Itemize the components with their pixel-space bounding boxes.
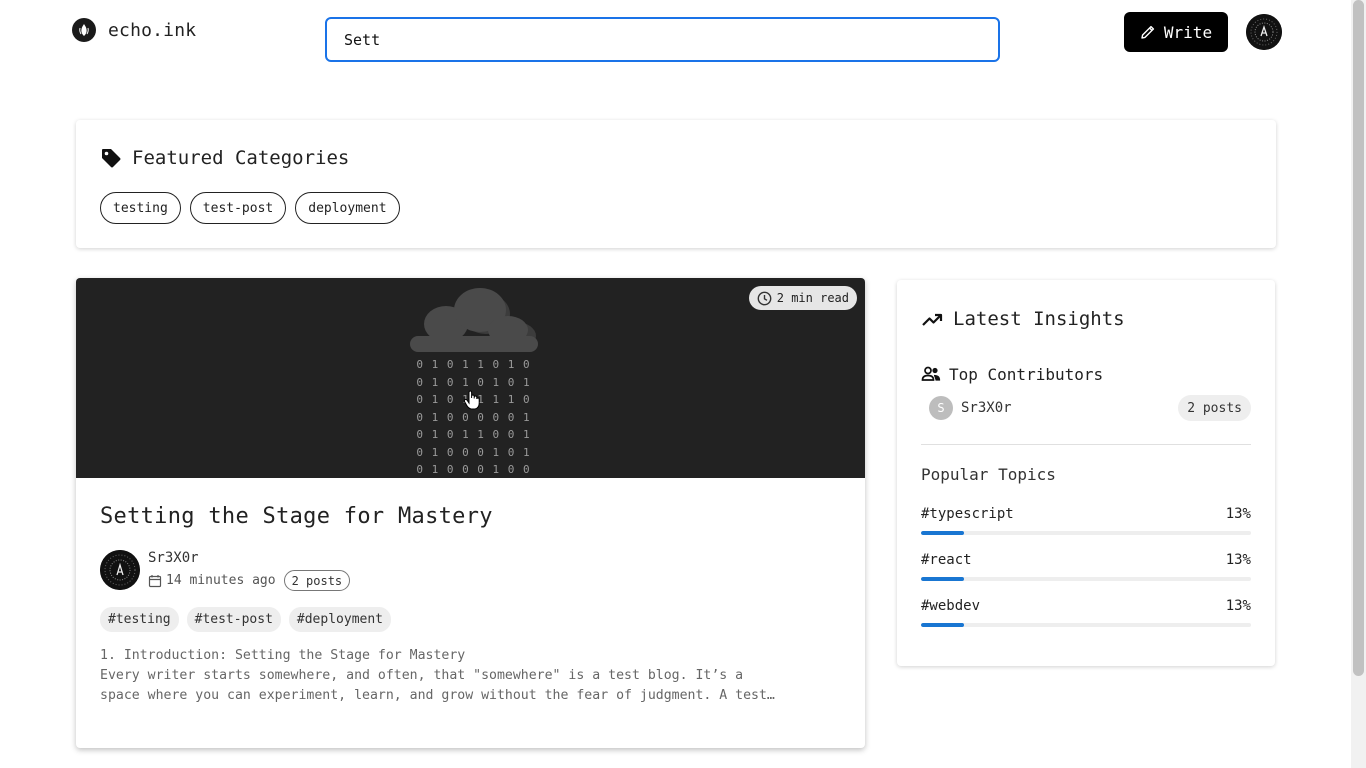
contributor-row[interactable]: S Sr3X0r 2 posts: [929, 395, 1251, 421]
contributor-avatar: S: [929, 396, 953, 420]
topic-progress-fill: [921, 623, 964, 627]
read-time-badge: 2 min read: [748, 286, 857, 310]
top-contributors-title: Top Contributors: [949, 364, 1104, 384]
latest-insights-heading: Latest Insights: [921, 308, 1125, 330]
search-input[interactable]: [325, 17, 1000, 62]
post-tag-testing[interactable]: #testing: [100, 607, 179, 632]
write-label: Write: [1163, 22, 1213, 42]
category-chip-test-post[interactable]: test-post: [189, 192, 287, 224]
brand[interactable]: echo.ink: [72, 18, 196, 42]
category-chip-deployment[interactable]: deployment: [295, 192, 400, 224]
people-icon: [921, 366, 941, 381]
topic-name: #webdev: [921, 598, 981, 614]
post-time-ago: 14 minutes ago: [166, 573, 276, 588]
topic-progress-fill: [921, 531, 964, 535]
post-author: Sr3X0r 14 minutes ago 2 posts: [100, 550, 351, 591]
hand-cursor-icon: [463, 390, 480, 410]
post-excerpt: 1. Introduction: Setting the Stage for M…: [100, 646, 840, 706]
featured-categories-card: Featured Categories testing test-post de…: [76, 120, 1276, 248]
tag-icon: [102, 149, 121, 168]
brand-logo-icon: [72, 18, 96, 42]
excerpt-line: 1. Introduction: Setting the Stage for M…: [100, 648, 466, 663]
top-contributors-heading: Top Contributors: [921, 364, 1103, 384]
contributor-post-count: 2 posts: [1178, 395, 1251, 421]
binary-line: 0 1 0 1 1 0 1 0: [416, 358, 531, 371]
topic-item[interactable]: #typescript 13%: [921, 506, 1251, 535]
topic-progress-bar: [921, 531, 1251, 535]
latest-insights-title: Latest Insights: [953, 308, 1125, 330]
cloud-icon: [410, 288, 538, 352]
read-time: 2 min read: [776, 291, 849, 305]
topic-percent: 13%: [1225, 506, 1251, 522]
user-avatar[interactable]: [1246, 14, 1282, 50]
binary-line: 0 1 0 0 0 0 0 1: [416, 410, 531, 424]
popular-topics-title: Popular Topics: [921, 465, 1056, 484]
author-avatar[interactable]: [100, 550, 140, 590]
binary-line: 0 1 0 1 0 1 0 1: [416, 375, 531, 389]
contributor-name: Sr3X0r: [961, 400, 1012, 416]
post-card[interactable]: 0 1 0 1 1 0 1 0 0 1 0 1 0 1 0 1 0 1 0 1 …: [76, 278, 865, 748]
post-title[interactable]: Setting the Stage for Mastery: [100, 504, 493, 529]
featured-categories-heading: Featured Categories: [100, 147, 349, 169]
binary-line: 0 1 0 0 0 1 0 1: [416, 445, 531, 459]
post-tags: #testing #test-post #deployment: [100, 607, 391, 632]
clock-icon: [757, 291, 772, 305]
topic-progress-bar: [921, 623, 1251, 627]
topic-name: #react: [921, 552, 972, 568]
post-tag-deployment[interactable]: #deployment: [288, 607, 391, 632]
latest-insights-card: Latest Insights Top Contributors S Sr3X0…: [897, 280, 1275, 666]
topic-progress-bar: [921, 577, 1251, 581]
post-cover-image[interactable]: 0 1 0 1 1 0 1 0 0 1 0 1 0 1 0 1 0 1 0 1 …: [76, 278, 865, 478]
trending-up-icon: [922, 313, 943, 326]
category-chip-testing[interactable]: testing: [100, 192, 181, 224]
binary-line: 0 1 0 1 1 0 0 1: [416, 428, 531, 441]
page-scrollbar[interactable]: [1351, 0, 1366, 768]
pencil-icon: [1141, 25, 1155, 39]
topic-percent: 13%: [1225, 552, 1251, 568]
author-name[interactable]: Sr3X0r: [148, 550, 350, 566]
topic-percent: 13%: [1225, 598, 1251, 614]
write-button[interactable]: Write: [1124, 12, 1228, 52]
topic-item[interactable]: #webdev 13%: [921, 598, 1251, 627]
post-tag-test-post[interactable]: #test-post: [186, 607, 281, 632]
calendar-icon: [148, 574, 162, 587]
topic-progress-fill: [921, 577, 964, 581]
binary-rain: 0 1 0 1 1 0 1 0 0 1 0 1 0 1 0 1 0 1 0 1 …: [76, 356, 865, 479]
category-chips: testing test-post deployment: [100, 192, 400, 224]
topic-item[interactable]: #react 13%: [921, 552, 1251, 581]
brand-name: echo.ink: [108, 19, 197, 41]
featured-categories-title: Featured Categories: [132, 147, 350, 169]
binary-line: 0 1 0 0 0 1 0 0: [416, 463, 531, 476]
topic-name: #typescript: [921, 506, 1014, 522]
excerpt-line: space where you can experiment, learn, a…: [100, 688, 775, 703]
scrollbar-thumb[interactable]: [1353, 0, 1364, 676]
author-post-count: 2 posts: [283, 570, 351, 591]
divider: [921, 444, 1251, 445]
excerpt-line: Every writer starts somewhere, and often…: [100, 668, 744, 683]
